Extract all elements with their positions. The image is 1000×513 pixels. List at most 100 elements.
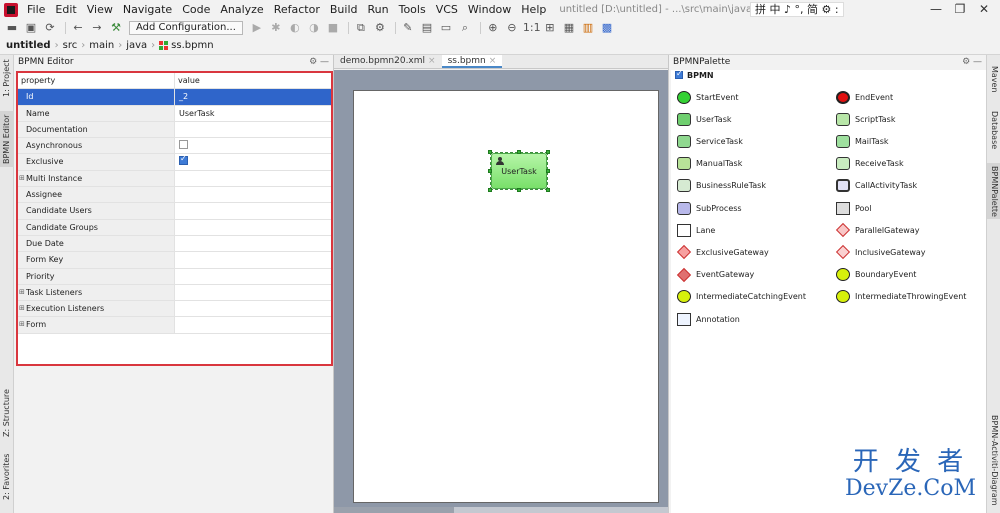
back-arrow-icon[interactable]: ← — [70, 21, 86, 35]
panel-settings-icon[interactable]: ⚙ — — [309, 55, 329, 69]
breadcrumb-file[interactable]: ss.bpmn — [171, 40, 213, 51]
palette-item[interactable]: Pool — [836, 199, 872, 217]
property-value[interactable] — [175, 220, 331, 235]
palette-item[interactable]: StartEvent — [677, 88, 738, 106]
attach-icon[interactable]: ⧉ — [353, 21, 369, 35]
menu-analyze[interactable]: Analyze — [215, 0, 268, 19]
menu-view[interactable]: View — [82, 0, 118, 19]
vcs-icon[interactable]: ⚙ — [372, 21, 388, 35]
layout-icon[interactable]: ▥ — [580, 21, 596, 35]
tab-ss-bpmn[interactable]: ss.bpmn × — [441, 55, 503, 68]
property-row[interactable]: Candidate Users — [18, 203, 331, 220]
palette-group-header[interactable]: BPMN — [671, 68, 987, 82]
palette-item[interactable]: SubProcess — [677, 199, 742, 217]
property-value[interactable] — [175, 301, 331, 316]
close-tab-icon[interactable]: × — [428, 56, 436, 66]
expand-icon[interactable]: ⊞ — [19, 301, 25, 316]
menu-edit[interactable]: Edit — [50, 0, 81, 19]
property-row[interactable]: Asynchronous — [18, 138, 331, 155]
property-row[interactable]: Exclusive — [18, 154, 331, 171]
property-value[interactable] — [175, 285, 331, 300]
resize-handle[interactable] — [517, 150, 521, 154]
property-value[interactable] — [175, 252, 331, 267]
ime-toolbar[interactable]: 拼 中 ♪ °, 简 ⚙ : — [750, 2, 844, 17]
close-tab-icon[interactable]: × — [489, 56, 497, 66]
debug-icon[interactable]: ✱ — [268, 21, 284, 35]
menu-refactor[interactable]: Refactor — [269, 0, 325, 19]
palette-item[interactable]: InclusiveGateway — [835, 243, 926, 261]
property-value[interactable] — [175, 236, 331, 251]
palette-item[interactable]: IntermediateCatchingEvent — [677, 288, 806, 306]
breadcrumb-java[interactable]: java — [126, 40, 147, 51]
tool-tab-bpmn-palette[interactable]: BPMNPalette — [987, 163, 1000, 219]
breadcrumb-main[interactable]: main — [89, 40, 114, 51]
property-value[interactable] — [175, 187, 331, 202]
property-value[interactable]: UserTask — [175, 106, 331, 121]
zoom-out-icon[interactable]: ⊖ — [504, 21, 520, 35]
expand-icon[interactable]: ⊞ — [19, 285, 25, 300]
forward-arrow-icon[interactable]: → — [89, 21, 105, 35]
property-row[interactable]: Form Key — [18, 252, 331, 269]
menu-build[interactable]: Build — [325, 0, 363, 19]
group-checkbox[interactable] — [675, 68, 683, 80]
property-row[interactable]: Documentation — [18, 121, 331, 139]
resize-handle[interactable] — [488, 188, 492, 192]
menu-help[interactable]: Help — [516, 0, 551, 19]
expand-icon[interactable]: ⊞ — [19, 317, 25, 332]
palette-item[interactable]: ScriptTask — [836, 110, 895, 128]
tool-tab-database[interactable]: Database — [987, 107, 1000, 153]
property-row[interactable]: ⊞ Task Listeners — [18, 284, 331, 302]
palette-item[interactable]: ServiceTask — [677, 132, 743, 150]
property-row[interactable]: Priority — [18, 268, 331, 285]
property-row[interactable]: ⊞ Multi Instance — [18, 170, 331, 188]
tool-tab-project[interactable]: 1: Project — [0, 57, 14, 99]
resize-handle[interactable] — [546, 150, 550, 154]
property-value[interactable] — [175, 138, 331, 153]
menu-tools[interactable]: Tools — [394, 0, 431, 19]
property-value[interactable] — [175, 171, 331, 186]
profile-icon[interactable]: ◑ — [306, 21, 322, 35]
palette-item[interactable]: ParallelGateway — [835, 221, 920, 239]
property-value[interactable] — [175, 269, 331, 284]
menu-window[interactable]: Window — [463, 0, 516, 19]
palette-item[interactable]: BoundaryEvent — [836, 266, 916, 284]
diagram-canvas[interactable]: UserTask — [353, 90, 659, 503]
tool-tab-bpmn-activiti-diagram[interactable]: BPMN-Activiti-Diagram — [987, 411, 1000, 509]
palette-item[interactable]: UserTask — [677, 110, 732, 128]
palette-item[interactable]: MailTask — [836, 132, 889, 150]
sync-icon[interactable]: ⟳ — [42, 21, 58, 35]
horizontal-scrollbar[interactable] — [334, 507, 668, 513]
resize-handle[interactable] — [517, 188, 521, 192]
unchecked-checkbox[interactable] — [179, 140, 188, 150]
palette-item[interactable]: ManualTask — [677, 155, 742, 173]
palette-item[interactable]: ReceiveTask — [836, 155, 904, 173]
checked-checkbox[interactable] — [179, 154, 188, 166]
property-row[interactable]: ⊞ Form — [18, 317, 331, 334]
property-value[interactable] — [175, 154, 331, 169]
resize-handle[interactable] — [488, 169, 492, 173]
menu-run[interactable]: Run — [363, 0, 394, 19]
property-row[interactable]: ⊞ Execution Listeners — [18, 301, 331, 318]
add-configuration-button[interactable]: Add Configuration... — [129, 21, 243, 35]
property-value[interactable] — [175, 317, 331, 332]
tool-tab-bpmn-editor[interactable]: BPMN Editor — [0, 111, 14, 167]
user-task-node[interactable]: UserTask — [491, 153, 547, 189]
breadcrumb-src[interactable]: src — [63, 40, 78, 51]
tool-tab-maven[interactable]: Maven — [987, 61, 1000, 97]
actual-size-icon[interactable]: 1:1 — [523, 21, 541, 35]
menu-navigate[interactable]: Navigate — [118, 0, 177, 19]
property-row[interactable]: Candidate Groups — [18, 219, 331, 236]
property-row[interactable]: Name UserTask — [18, 105, 331, 122]
property-value[interactable] — [175, 122, 331, 137]
open-folder-icon[interactable]: ▬ — [4, 21, 20, 35]
zoom-in-icon[interactable]: ⊕ — [485, 21, 501, 35]
menu-vcs[interactable]: VCS — [431, 0, 463, 19]
property-value[interactable] — [175, 203, 331, 218]
palette-item[interactable]: ExclusiveGateway — [676, 243, 769, 261]
expand-icon[interactable]: ⊞ — [19, 171, 25, 186]
menu-code[interactable]: Code — [177, 0, 215, 19]
save-icon[interactable]: ▣ — [23, 21, 39, 35]
png-export-icon[interactable]: ▩ — [599, 21, 615, 35]
tab-demo-bpmn20[interactable]: demo.bpmn20.xml × — [334, 55, 442, 68]
menu-file[interactable]: File — [22, 0, 50, 19]
